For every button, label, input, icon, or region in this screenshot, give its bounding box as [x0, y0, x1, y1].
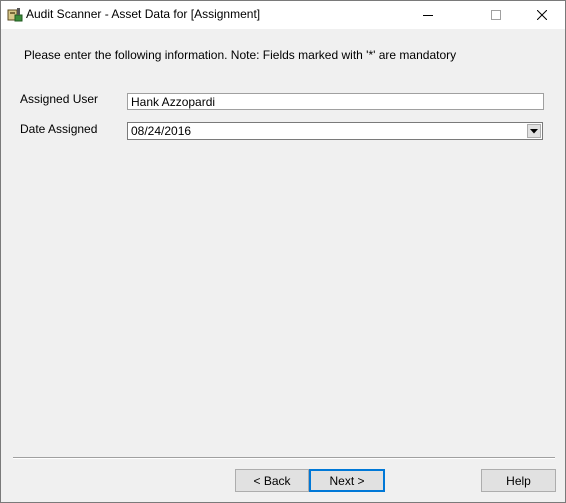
dropdown-button[interactable]: [527, 124, 541, 138]
maximize-icon: [491, 10, 501, 20]
date-assigned-dropdown[interactable]: 08/24/2016: [127, 122, 543, 140]
instruction-text: Please enter the following information. …: [24, 48, 457, 62]
close-button[interactable]: [519, 1, 565, 29]
scanner-app-icon: [7, 7, 23, 23]
date-assigned-label: Date Assigned: [20, 122, 98, 136]
close-icon: [537, 10, 547, 20]
help-button[interactable]: Help: [481, 469, 556, 492]
back-button[interactable]: < Back: [235, 469, 309, 492]
footer-separator: [13, 457, 555, 459]
title-bar[interactable]: Audit Scanner - Asset Data for [Assignme…: [1, 1, 565, 29]
minimize-icon: [423, 15, 433, 16]
chevron-down-icon: [530, 128, 538, 133]
date-assigned-value: 08/24/2016: [131, 124, 192, 138]
assigned-user-label: Assigned User: [20, 92, 99, 106]
assigned-user-input[interactable]: [127, 93, 544, 110]
minimize-button[interactable]: [405, 1, 451, 29]
next-button[interactable]: Next >: [309, 469, 385, 492]
dialog-window: Audit Scanner - Asset Data for [Assignme…: [0, 0, 566, 503]
maximize-button[interactable]: [473, 1, 519, 29]
window-title: Audit Scanner - Asset Data for [Assignme…: [26, 7, 261, 21]
